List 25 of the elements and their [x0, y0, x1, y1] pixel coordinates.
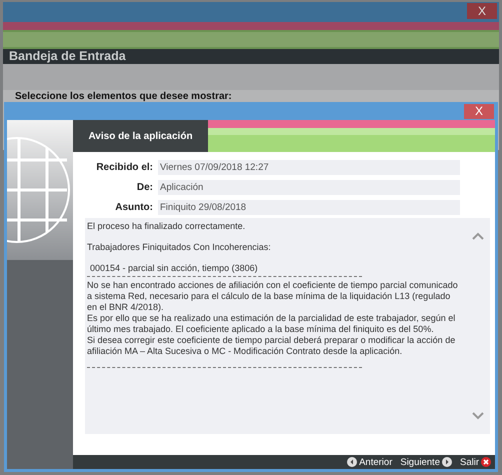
field-label: Asunto:: [114, 202, 153, 213]
previous-icon: [347, 457, 358, 467]
previous-button[interactable]: Anterior: [347, 456, 392, 468]
message-text: El proceso ha finalizado correctamente.: [87, 221, 246, 232]
close-button[interactable]: X: [464, 104, 494, 118]
message-paragraph: No se han encontrado acciones de afiliación con el coeficiente de tiempo parcial comunicado a sistema Red, necesario para el cálculo de la base mínima de la liquidación L13 (regulado en el BNR 4/2018).: [87, 280, 459, 313]
field-value: Aplicación: [158, 180, 460, 195]
close-button[interactable]: X: [467, 3, 497, 19]
field-value: Viernes 07/09/2018 12:27: [158, 160, 460, 175]
next-button[interactable]: Siguiente: [400, 456, 452, 468]
worker-entry: 000154 - parcial sin acción, tiempo (3806): [89, 263, 259, 274]
next-icon: [442, 457, 452, 467]
window-title: Bandeja de Entrada: [3, 49, 499, 64]
field-label: Recibido el:: [95, 162, 153, 173]
close-icon: [481, 457, 491, 467]
message-paragraph: Es por ello que se ha realizado una estimación de la parcialidad de este trabajador, según el último mes trabajado. El coeficiente aplicado a la base mínima del finiquito es del 50%.: [87, 313, 456, 335]
scroll-down-icon[interactable]: [472, 412, 484, 420]
message-text: Trabajadores Finiquitados Con Incoherencias:: [87, 242, 272, 253]
field-value: Finiquito 29/08/2018: [158, 200, 460, 215]
message-paragraph: Si desea corregir este coeficiente de tiempo parcial deberá preparar o modificar la acción de afiliación MA – Alta Sucesiva o MC - Modificación Contrato desde la aplicación.: [87, 335, 456, 357]
exit-button[interactable]: Salir: [460, 456, 491, 468]
app-notice-tab[interactable]: Aviso de la aplicación: [73, 120, 208, 152]
field-label: De:: [136, 182, 153, 193]
scroll-up-icon[interactable]: [472, 232, 484, 240]
prompt-text: Seleccione los elementos que desee mostrar:: [15, 91, 232, 102]
